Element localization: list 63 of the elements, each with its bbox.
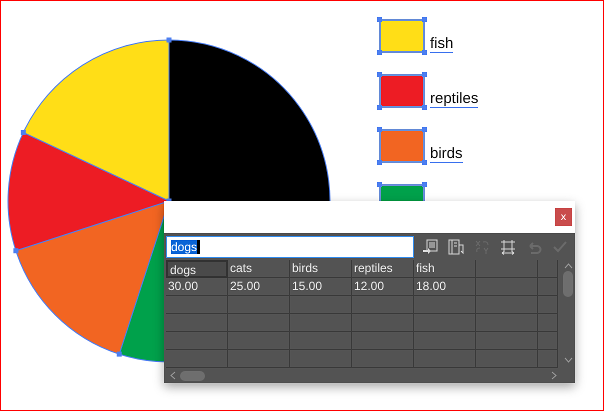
table-cell[interactable] (538, 314, 558, 332)
table-cell[interactable] (166, 332, 228, 350)
import-data-icon (422, 238, 438, 254)
table-cell[interactable] (538, 260, 558, 278)
table-cell[interactable] (166, 314, 228, 332)
anchor-handle[interactable] (20, 130, 26, 135)
anchor-handle[interactable] (13, 248, 18, 254)
table-cell[interactable] (476, 332, 538, 350)
table-cell[interactable] (166, 350, 228, 368)
table-cell[interactable] (414, 332, 476, 350)
table-cell[interactable]: 18.00 (414, 278, 476, 296)
table-cell[interactable] (476, 260, 538, 278)
table-cell[interactable] (476, 278, 538, 296)
table-cell[interactable] (290, 296, 352, 314)
table-cell[interactable] (538, 350, 558, 368)
anchor-handle[interactable] (116, 352, 122, 357)
table-cell[interactable] (166, 296, 228, 314)
toolbar-button[interactable] (446, 236, 466, 256)
transpose-icon (448, 238, 464, 254)
table-cell[interactable] (228, 332, 290, 350)
scroll-down-icon[interactable] (564, 357, 572, 363)
legend-label: birds (430, 145, 463, 163)
table-cell[interactable] (228, 296, 290, 314)
cell-style-icon (500, 238, 516, 254)
scrollbar-thumb[interactable] (563, 271, 573, 297)
table-cell[interactable] (352, 350, 414, 368)
scroll-left-icon[interactable] (170, 371, 176, 380)
table-cell[interactable]: birds (290, 260, 352, 278)
table-cell[interactable] (414, 314, 476, 332)
table-cell[interactable] (290, 332, 352, 350)
table-cell[interactable] (228, 350, 290, 368)
scroll-up-icon[interactable] (564, 263, 572, 269)
table-cell[interactable] (476, 314, 538, 332)
table-cell[interactable] (352, 296, 414, 314)
table-cell[interactable] (476, 350, 538, 368)
toolbar-button[interactable] (420, 236, 440, 256)
table-cell[interactable] (538, 296, 558, 314)
scroll-right-icon[interactable] (551, 371, 557, 380)
cell-input-field[interactable]: dogs (166, 236, 414, 258)
table-cell[interactable] (414, 296, 476, 314)
table-cell[interactable] (476, 296, 538, 314)
table-cell[interactable]: dogs (166, 260, 228, 278)
swap-xy-icon (474, 238, 490, 254)
legend-label: reptiles (430, 90, 478, 108)
table-cell[interactable]: 25.00 (228, 278, 290, 296)
scrollbar-thumb[interactable] (180, 370, 205, 380)
anchor-handle[interactable] (166, 38, 172, 42)
table-cell[interactable]: cats (228, 260, 290, 278)
table-cell[interactable] (414, 350, 476, 368)
close-button[interactable]: x (555, 208, 572, 226)
table-cell[interactable] (290, 350, 352, 368)
table-cell[interactable]: 30.00 (166, 278, 228, 296)
table-cell[interactable] (352, 332, 414, 350)
table-cell[interactable] (228, 314, 290, 332)
table-cell[interactable] (290, 314, 352, 332)
table-cell[interactable]: reptiles (352, 260, 414, 278)
table-cell[interactable] (352, 314, 414, 332)
table-cell[interactable]: 15.00 (290, 278, 352, 296)
legend-label: fish (430, 35, 454, 53)
table-cell[interactable] (538, 332, 558, 350)
table-cell[interactable]: fish (414, 260, 476, 278)
table-cell[interactable] (538, 278, 558, 296)
table-cell[interactable]: 12.00 (352, 278, 414, 296)
